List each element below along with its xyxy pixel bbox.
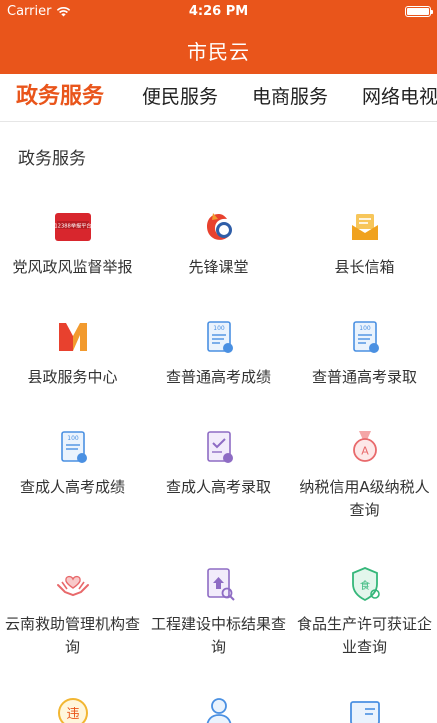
grid-item-adult-exam-score[interactable]: 100 查成人高考成绩: [0, 428, 145, 499]
certificate-icon: [349, 701, 380, 723]
tab-ecommerce-services[interactable]: 电商服务: [252, 74, 328, 121]
app-header: Carrier 4:26 PM 市民云: [0, 0, 437, 74]
category-tab-bar: 政务服务 便民服务 电商服务 网络电视: [0, 74, 437, 122]
grid-item-label: 工程建设中标结果查询: [150, 615, 286, 656]
grid-item-gaokao-score[interactable]: 100 查普通高考成绩: [146, 318, 291, 389]
violation-badge-text: 违: [66, 707, 79, 722]
violation-icon: 违: [57, 698, 88, 723]
battery-icon: [405, 6, 433, 17]
food-license-shield-icon: 食: [351, 567, 380, 602]
status-bar: Carrier 4:26 PM: [0, 0, 437, 24]
report-badge-text: 12388举报平台: [54, 222, 91, 230]
grid-item-label: 县长信箱: [334, 258, 395, 276]
grid-item-county-mailbox[interactable]: 县长信箱: [292, 208, 437, 279]
grid-item-tax-credit[interactable]: A 纳税信用A级纳税人查询: [292, 428, 437, 522]
grid-item-certificate[interactable]: [292, 694, 437, 723]
grid-item-label: 云南救助管理机构查询: [4, 615, 140, 656]
mailbox-icon: [351, 214, 378, 240]
grid-item-service-center[interactable]: 县政服务中心: [0, 318, 145, 389]
grid-item-label: 纳税信用A级纳税人查询: [299, 478, 430, 519]
tab-network-tv[interactable]: 网络电视: [362, 74, 437, 121]
food-badge-text: 食: [360, 579, 370, 592]
page-title: 市民云: [187, 40, 250, 64]
tax-credit-medal-icon: A: [352, 431, 377, 462]
grid-item-bidding-result[interactable]: 工程建设中标结果查询: [146, 565, 291, 659]
grid-item-food-license[interactable]: 食 食品生产许可获证企业查询: [292, 565, 437, 659]
grid-item-gaokao-admission[interactable]: 100 查普通高考录取: [292, 318, 437, 389]
rescue-hands-icon: [56, 575, 89, 597]
grid-item-label: 查成人高考成绩: [19, 478, 125, 496]
score-badge-text: 100: [213, 325, 225, 332]
service-center-icon: [58, 323, 87, 351]
tab-government-services[interactable]: 政务服务: [16, 74, 104, 121]
grid-item-doctor[interactable]: [146, 694, 291, 723]
status-time: 4:26 PM: [188, 4, 249, 19]
grid-item-label: 查成人高考录取: [165, 478, 271, 496]
admission-badge-text: 100: [359, 325, 371, 332]
doctor-icon: [206, 698, 231, 723]
tab-convenience-services[interactable]: 便民服务: [142, 74, 218, 121]
grid-item-rescue-agency[interactable]: 云南救助管理机构查询: [0, 565, 145, 659]
grid-item-pioneer-class[interactable]: 先锋课堂: [146, 208, 291, 279]
section-title: 政务服务: [18, 149, 86, 169]
grid-item-violation[interactable]: 违: [0, 694, 145, 723]
bidding-result-icon: [206, 568, 235, 601]
grid-item-label: 先锋课堂: [188, 258, 249, 276]
grid-item-label: 查普通高考成绩: [165, 368, 271, 386]
exam-score-icon: 100: [206, 321, 233, 353]
grid-item-label: 县政服务中心: [27, 368, 118, 386]
pioneer-class-icon: [206, 213, 232, 240]
adult-exam-admission-icon: [206, 431, 233, 463]
grid-item-adult-exam-admission[interactable]: 查成人高考录取: [146, 428, 291, 499]
grid-item-label: 食品生产许可获证企业查询: [296, 615, 432, 656]
adult-exam-score-icon: 100: [60, 431, 87, 463]
report-hotline-icon: 12388举报平台: [54, 213, 91, 241]
grid-item-label: 党风政风监督举报: [12, 258, 133, 276]
grid-item-label: 查普通高考录取: [311, 368, 417, 386]
exam-admission-icon: 100: [352, 321, 379, 353]
medal-badge-text: A: [361, 445, 369, 458]
grid-item-party-report[interactable]: 12388举报平台 党风政风监督举报: [0, 208, 145, 279]
adult-score-badge-text: 100: [67, 435, 79, 442]
